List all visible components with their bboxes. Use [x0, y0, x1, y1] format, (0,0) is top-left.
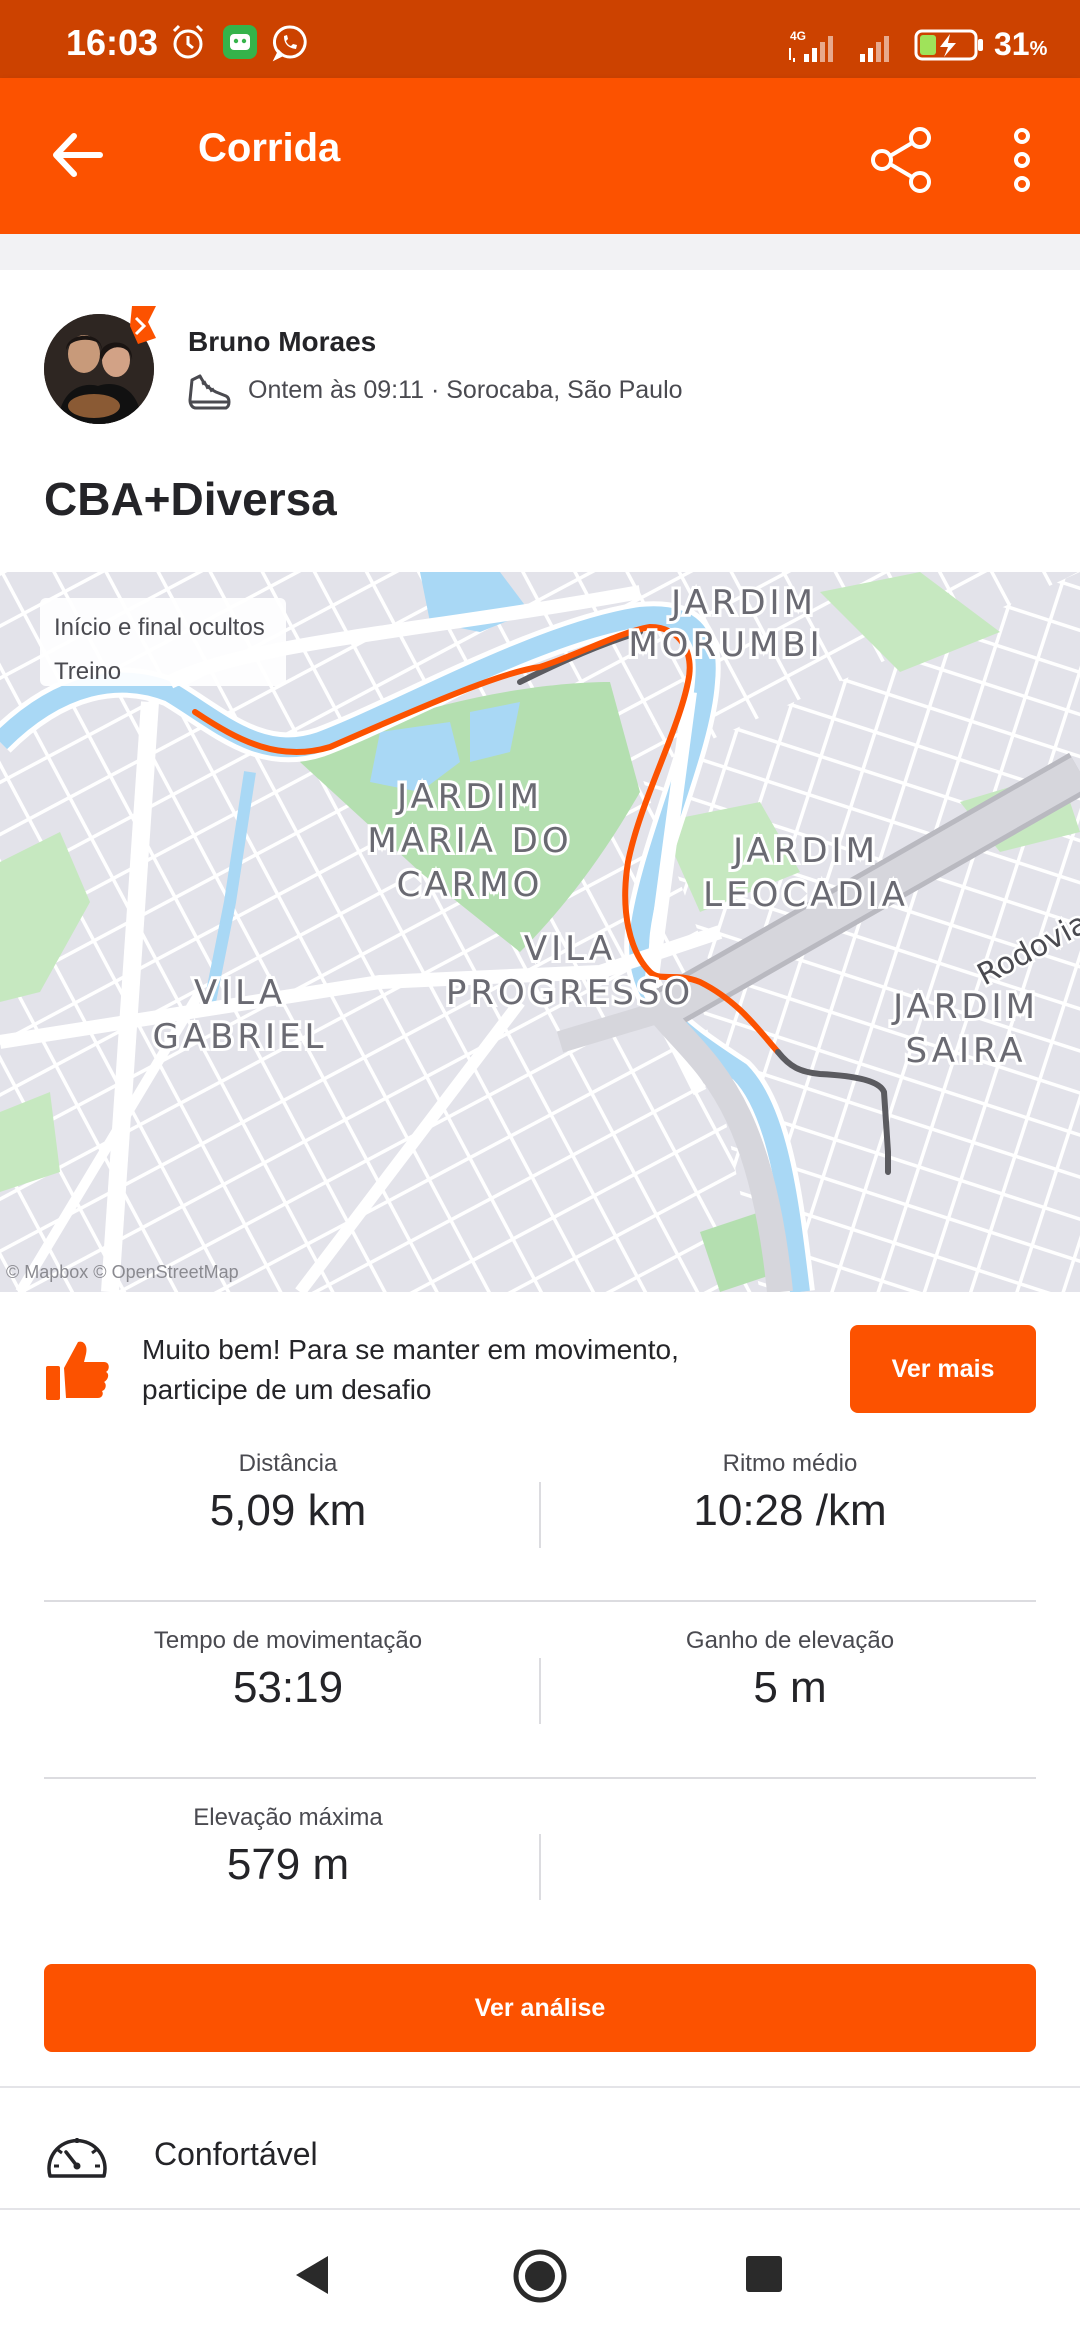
map-label: GABRIEL: [152, 1017, 327, 1057]
stat-label: Ritmo médio: [722, 1450, 858, 1477]
map-label: JARDIM: [395, 777, 543, 817]
challenge-prompt: Muito bem! Para se manter em movimento, …: [142, 1334, 679, 1405]
map-legend-workout: Treino: [54, 658, 122, 685]
alarm-icon: [172, 24, 204, 59]
more-vertical-icon[interactable]: [1000, 122, 1044, 198]
map-attribution[interactable]: © Mapbox © OpenStreetMap: [6, 1262, 239, 1283]
nav-back-icon[interactable]: [290, 2252, 336, 2298]
row-divider: [44, 1600, 1036, 1602]
stat-label: Ganho de elevação: [685, 1627, 895, 1654]
stat-value: 5 m: [753, 1663, 827, 1712]
section-divider: [0, 2086, 1080, 2088]
stat-value: 579 m: [226, 1840, 350, 1889]
svg-text:4G: 4G: [790, 29, 806, 43]
thumbs-up-icon: [46, 1341, 109, 1400]
map-label: VILA: [524, 929, 616, 969]
map-label: MORUMBI: [628, 625, 823, 665]
nav-recents-icon[interactable]: [746, 2256, 782, 2292]
stat-elevation-gain: Ganho de elevação 5 m: [540, 1627, 1040, 1713]
view-analysis-button[interactable]: Ver análise: [44, 1964, 1036, 2052]
stat-max-elevation: Elevação máxima 579 m: [38, 1804, 538, 1890]
app-bot-icon: [223, 25, 257, 59]
stat-distance: Distância 5,09 km: [38, 1450, 538, 1536]
status-time: 16:03: [66, 22, 159, 63]
stat-value: 10:28 /km: [693, 1486, 887, 1535]
running-shoe-icon: [188, 374, 231, 410]
section-divider: [0, 234, 1080, 270]
activity-title: CBA+Diversa: [44, 473, 337, 525]
stat-pace: Ritmo médio 10:28 /km: [540, 1450, 1040, 1536]
stat-label: Tempo de movimentação: [153, 1627, 423, 1654]
perceived-exertion-label[interactable]: Confortável: [154, 2136, 318, 2173]
map-label: CARMO: [397, 865, 544, 905]
signal-icon: 4G: [789, 29, 833, 62]
map-label: JARDIM: [669, 583, 817, 623]
stat-label: Distância: [238, 1450, 338, 1477]
route-map[interactable]: JARDIM MORUMBI JARDIM MARIA DO CARMO JAR…: [0, 572, 1080, 1292]
back-arrow-icon[interactable]: [40, 118, 114, 192]
app-bar: Corrida: [0, 78, 1080, 234]
nav-home-icon[interactable]: [512, 2248, 568, 2304]
map-label: LEOCADIA: [703, 875, 909, 915]
activity-meta: Ontem às 09:11 · Sorocaba, São Paulo: [248, 376, 683, 404]
map-label: JARDIM: [731, 831, 879, 871]
map-label: SAIRA: [905, 1031, 1026, 1071]
page-title: Corrida: [198, 126, 341, 170]
map-label: MARIA DO: [367, 821, 572, 861]
stat-value: 53:19: [232, 1663, 344, 1712]
stat-moving-time: Tempo de movimentação 53:19: [38, 1627, 538, 1713]
stat-value: 5,09 km: [209, 1486, 367, 1535]
subscriber-badge-icon: [130, 306, 156, 344]
battery-charging-icon: [914, 29, 983, 61]
map-label: VILA: [194, 973, 286, 1013]
map-label: PROGRESSO: [446, 973, 694, 1013]
map-label: JARDIM: [891, 987, 1039, 1027]
map-legend: Início e final ocultos Treino: [40, 598, 286, 686]
battery-percent: 31%: [994, 26, 1048, 62]
row-divider: [44, 1777, 1036, 1779]
see-more-button[interactable]: Ver mais: [850, 1325, 1036, 1413]
signal-icon: [860, 36, 889, 62]
share-icon[interactable]: [864, 122, 940, 198]
system-nav-bar: [0, 2210, 1080, 2340]
stat-label: Elevação máxima: [193, 1804, 383, 1831]
map-legend-privacy: Início e final ocultos: [54, 614, 265, 641]
stat-divider: [539, 1834, 541, 1900]
status-bar: 16:03 4G 31%: [0, 0, 1080, 78]
whatsapp-icon: [272, 25, 307, 62]
speedometer-icon: [47, 2138, 107, 2178]
athlete-name[interactable]: Bruno Moraes: [188, 326, 376, 358]
